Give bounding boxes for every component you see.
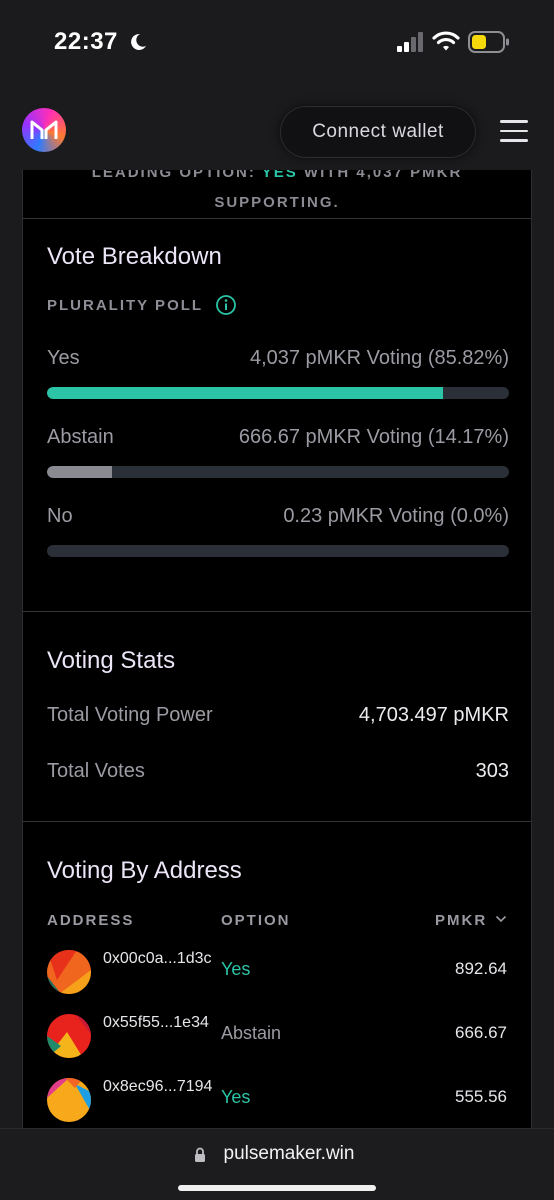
address-avatar xyxy=(47,1078,91,1122)
poll-detail-content: LEADING OPTION: YES WITH 4,037 PMKR SUPP… xyxy=(22,170,532,1130)
moon-icon xyxy=(131,33,146,50)
voting-by-address-section: Voting By Address ADDRESS OPTION PMKR 0x… xyxy=(23,821,531,1130)
wifi-icon xyxy=(432,31,460,51)
leading-prefix: LEADING OPTION: xyxy=(91,170,262,181)
hamburger-menu-icon[interactable] xyxy=(500,120,528,142)
signal-icon xyxy=(397,32,423,52)
app-header: Connect wallet xyxy=(0,88,554,170)
voter-address: 0x55f55...1e34 xyxy=(103,1014,209,1031)
url-text[interactable]: pulsemaker.win xyxy=(0,1143,554,1165)
connect-wallet-button[interactable]: Connect wallet xyxy=(280,106,476,158)
total-votes-value: 303 xyxy=(475,760,509,782)
maker-logo-icon[interactable] xyxy=(22,108,66,152)
vote-option-name: Yes xyxy=(47,347,80,369)
column-header-pmkr[interactable]: PMKR xyxy=(435,912,507,929)
browser-address-bar: pulsemaker.win xyxy=(0,1128,554,1200)
vote-progress-track xyxy=(47,545,509,557)
vote-progress-fill xyxy=(47,387,444,399)
voter-option: Yes xyxy=(221,1087,251,1107)
voting-by-address-title: Voting By Address xyxy=(47,857,242,884)
column-header-pmkr-label: PMKR xyxy=(435,912,488,929)
table-row[interactable]: 0x8ec96...7194 Yes 555.56 xyxy=(47,1072,509,1128)
voter-amount: 555.56 xyxy=(455,1087,507,1106)
chevron-down-icon xyxy=(496,915,507,923)
total-votes-label: Total Votes xyxy=(47,760,145,782)
voter-option: Abstain xyxy=(221,1023,282,1043)
total-voting-power-label: Total Voting Power xyxy=(47,704,213,726)
voting-stats-section: Voting Stats Total Voting Power 4,703.49… xyxy=(23,611,531,821)
table-row[interactable]: 0x55f55...1e34 Abstain 666.67 xyxy=(47,1008,509,1064)
poll-type-label: PLURALITY POLL xyxy=(47,297,204,314)
voter-option: Yes xyxy=(221,959,251,979)
leading-line2: SUPPORTING. xyxy=(214,194,340,211)
table-row[interactable]: 0x00c0a...1d3c Yes 892.64 xyxy=(47,944,509,1000)
vote-option-value: 4,037 pMKR Voting (85.82%) xyxy=(249,347,509,369)
battery-icon xyxy=(468,31,509,53)
voter-amount: 666.67 xyxy=(455,1023,507,1042)
total-voting-power-value: 4,703.497 pMKR xyxy=(358,704,509,726)
vote-option-value: 666.67 pMKR Voting (14.17%) xyxy=(238,426,509,448)
address-avatar xyxy=(47,950,91,994)
status-bar: 22:37 xyxy=(0,0,554,88)
column-header-address: ADDRESS xyxy=(47,912,135,929)
vote-option-value: 0.23 pMKR Voting (0.0%) xyxy=(283,505,509,527)
column-header-option: OPTION xyxy=(221,912,291,929)
vote-breakdown-section: Vote Breakdown PLURALITY POLL Yes 4,037 … xyxy=(23,218,531,611)
vote-progress-track xyxy=(47,466,509,478)
vote-option-name: Abstain xyxy=(47,426,114,448)
vote-progress-fill xyxy=(47,466,113,478)
leading-option-banner: LEADING OPTION: YES WITH 4,037 PMKR SUPP… xyxy=(23,170,531,218)
vote-progress-track xyxy=(47,387,509,399)
leading-option: YES xyxy=(261,170,298,181)
status-time: 22:37 xyxy=(54,28,118,55)
voter-amount: 892.64 xyxy=(455,959,507,978)
vote-breakdown-title: Vote Breakdown xyxy=(47,243,222,270)
home-indicator xyxy=(178,1185,376,1191)
vote-option-name: No xyxy=(47,505,73,527)
address-avatar xyxy=(47,1014,91,1058)
leading-suffix: WITH 4,037 PMKR xyxy=(297,170,463,181)
voting-stats-title: Voting Stats xyxy=(47,647,176,674)
info-icon[interactable] xyxy=(215,294,237,316)
voter-address: 0x00c0a...1d3c xyxy=(103,950,212,967)
voter-address: 0x8ec96...7194 xyxy=(103,1078,213,1095)
